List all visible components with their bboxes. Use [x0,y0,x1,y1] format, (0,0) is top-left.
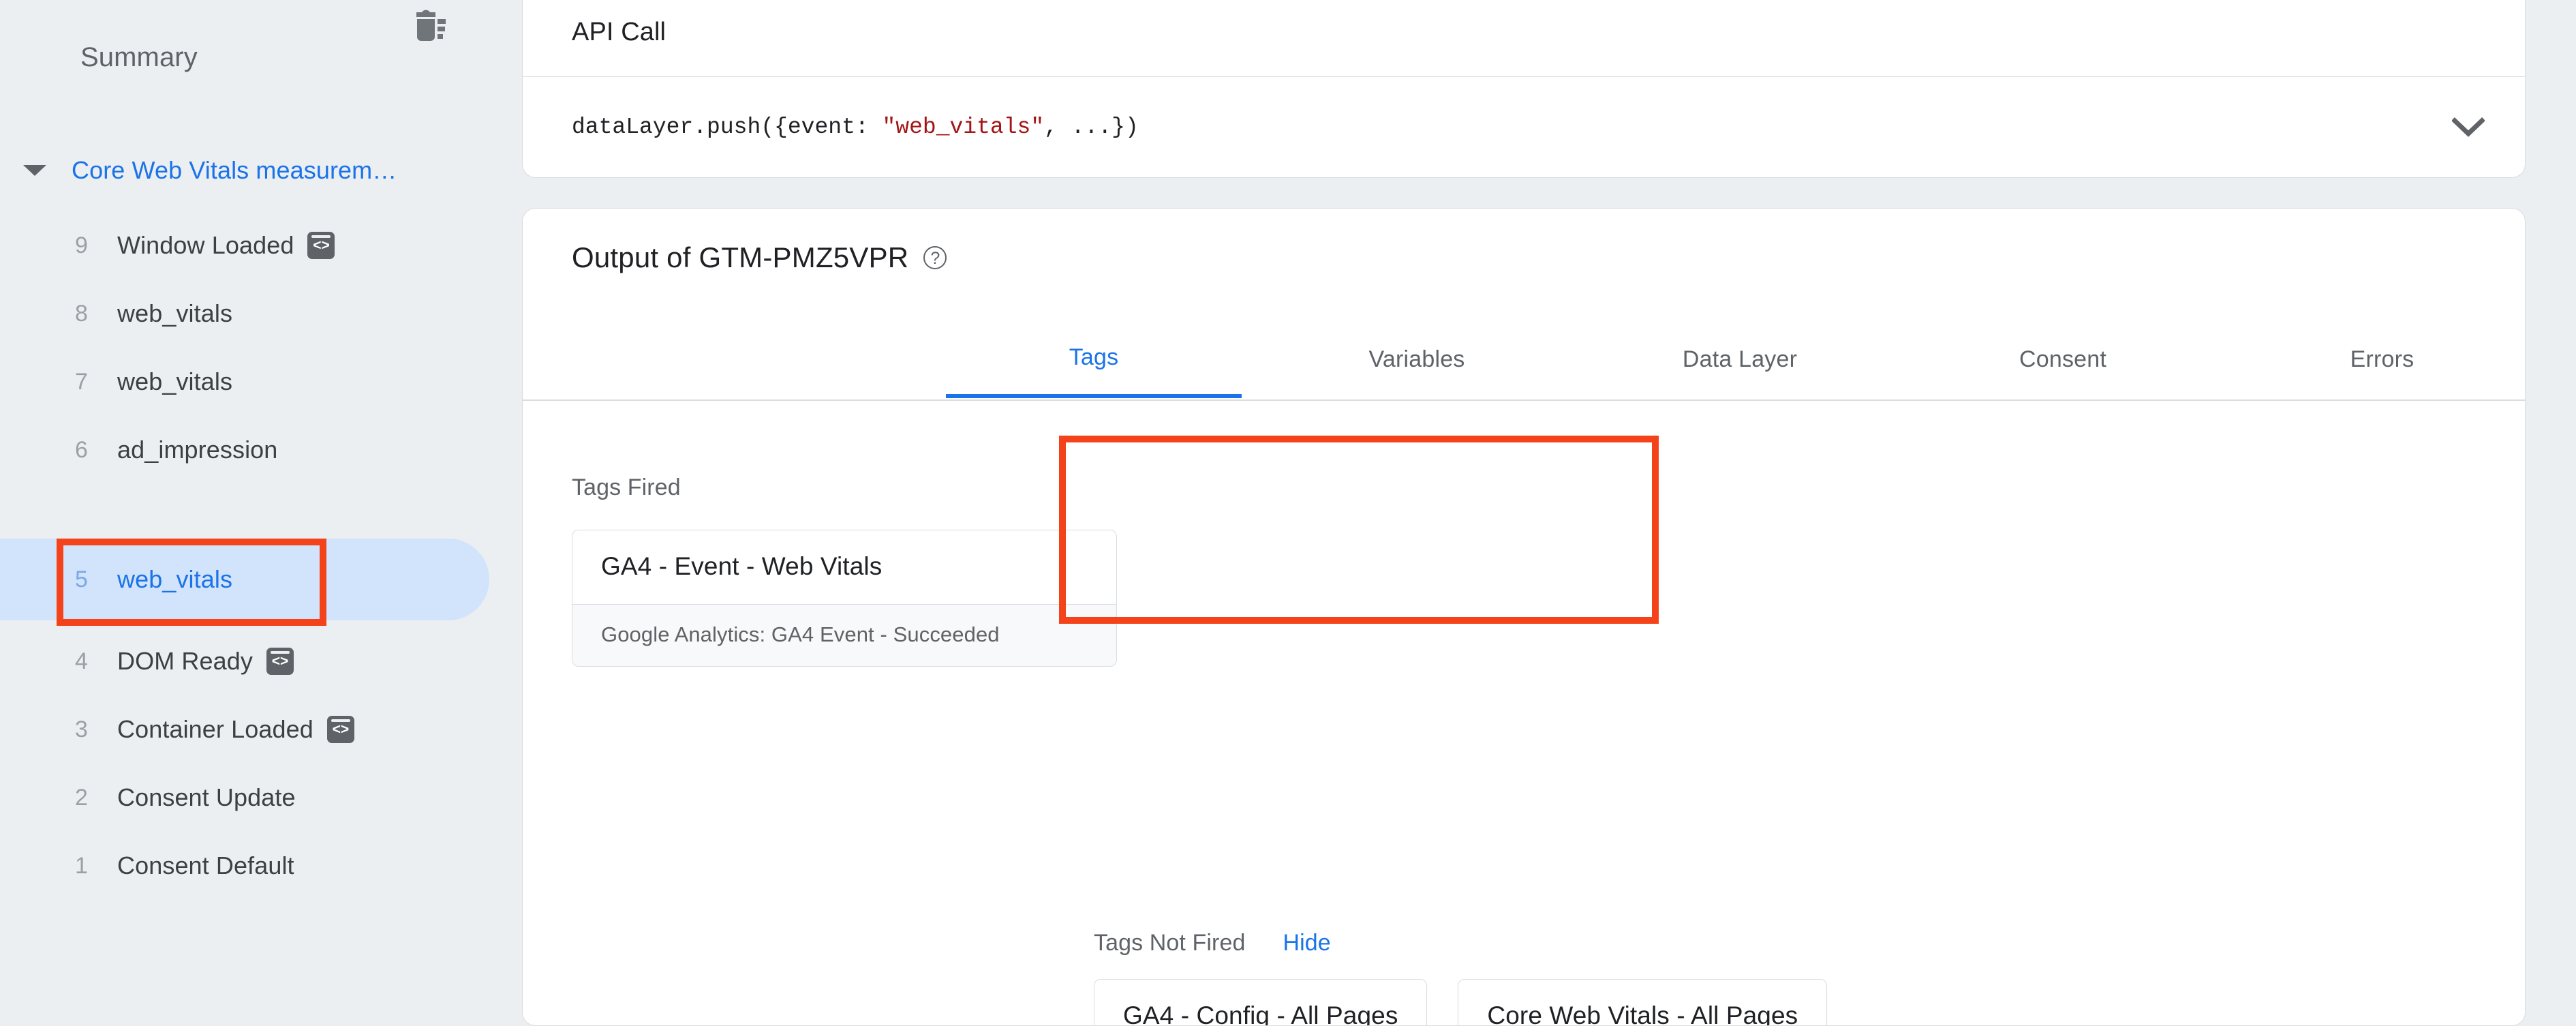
hide-link[interactable]: Hide [1283,930,1330,956]
main-content: API Call dataLayer.push({event: "web_vit… [522,0,2576,1026]
event-index: 4 [75,648,88,674]
output-title: Output of GTM-PMZ5VPR [572,241,909,273]
tags-fired-card-list: GA4 - Event - Web Vitals Google Analytics… [572,530,1144,667]
tag-card[interactable]: GA4 - Config - All PagesGoogle Tag [1094,979,1428,1026]
chevron-down-icon[interactable] [2444,104,2492,151]
tab-variables[interactable]: Variables [1269,321,1565,398]
code-badge-icon [307,232,335,259]
tags-not-fired-heading: Tags Not Fired [1094,930,1246,956]
output-card: Output of GTM-PMZ5VPR ? Tags Variables Dat… [522,208,2526,1026]
event-group-header[interactable]: Core Web Vitals measurem… [0,147,522,194]
tag-card-status: Google Analytics: GA4 Event - Succeeded [572,604,1116,666]
event-index: 5 [75,566,88,592]
code-badge-icon [326,716,354,743]
event-index: 2 [75,784,88,811]
event-list-sidebar: Summary Core Web Vitals measurem… 9 Windo… [0,0,522,984]
tag-card[interactable]: GA4 - Event - Web Vitals Google Analytics… [572,530,1117,667]
caret-down-icon[interactable] [23,165,46,176]
event-list-item[interactable]: 6 ad_impression [0,409,489,491]
output-tabs: Tags Variables Data Layer Consent Errors [523,321,2525,401]
tag-card[interactable]: Core Web Vitals - All PagesWeb Vitals [1458,979,1828,1026]
event-index: 8 [75,300,88,327]
event-name: Consent Update [117,783,296,811]
event-name: web_vitals [117,299,233,327]
api-call-code: dataLayer.push({event: "web_vitals", ...… [572,115,1139,140]
code-prefix: dataLayer.push({event: [572,115,883,140]
event-name: Window Loaded [117,231,294,259]
event-list-item[interactable]: 5 web_vitals [0,539,489,620]
event-name: DOM Ready [117,647,253,675]
help-circle-icon[interactable]: ? [923,246,947,269]
event-index: 6 [75,436,88,463]
event-name: web_vitals [117,367,233,395]
event-index: 1 [75,852,88,879]
code-badge-icon [266,648,294,675]
event-index: 3 [75,716,88,742]
event-index: 9 [75,232,88,258]
event-index: 7 [75,368,88,395]
tab-tags[interactable]: Tags [946,321,1242,398]
event-name: ad_impression [117,436,278,464]
event-name: Consent Default [117,851,294,879]
tag-card-title: GA4 - Event - Web Vitals [601,552,883,580]
tags-not-fired-card-list: GA4 - Config - All PagesGoogle Tag Core W… [1094,979,1828,1026]
code-string-literal: "web_vitals" [882,115,1045,140]
tab-consent[interactable]: Consent [1915,321,2211,398]
api-call-card: API Call dataLayer.push({event: "web_vit… [522,0,2526,178]
event-name: web_vitals [117,565,233,593]
clear-all-trash-icon[interactable] [408,8,447,44]
output-title-row: Output of GTM-PMZ5VPR ? [572,241,947,274]
event-name: Container Loaded [117,715,313,743]
tags-fired-section: Tags Fired GA4 - Event - Web Vitals Googl… [572,474,1144,667]
event-list-item[interactable]: 1 Consent Default [0,825,489,907]
api-call-title: API Call [572,18,666,46]
tab-data-layer[interactable]: Data Layer [1592,321,1888,398]
event-group-title: Core Web Vitals measurem… [72,156,397,184]
api-call-code-row[interactable]: dataLayer.push({event: "web_vitals", ...… [523,77,2525,177]
page-title: Summary [80,42,198,72]
tab-errors[interactable]: Errors [2238,321,2525,398]
tags-not-fired-heading-row: Tags Not Fired Hide [1094,930,1331,956]
tag-card-title: GA4 - Config - All Pages [1123,1001,1398,1026]
code-suffix: , ...}) [1044,115,1139,140]
tag-card-title: Core Web Vitals - All Pages [1487,1001,1798,1026]
tags-fired-heading: Tags Fired [572,474,681,500]
